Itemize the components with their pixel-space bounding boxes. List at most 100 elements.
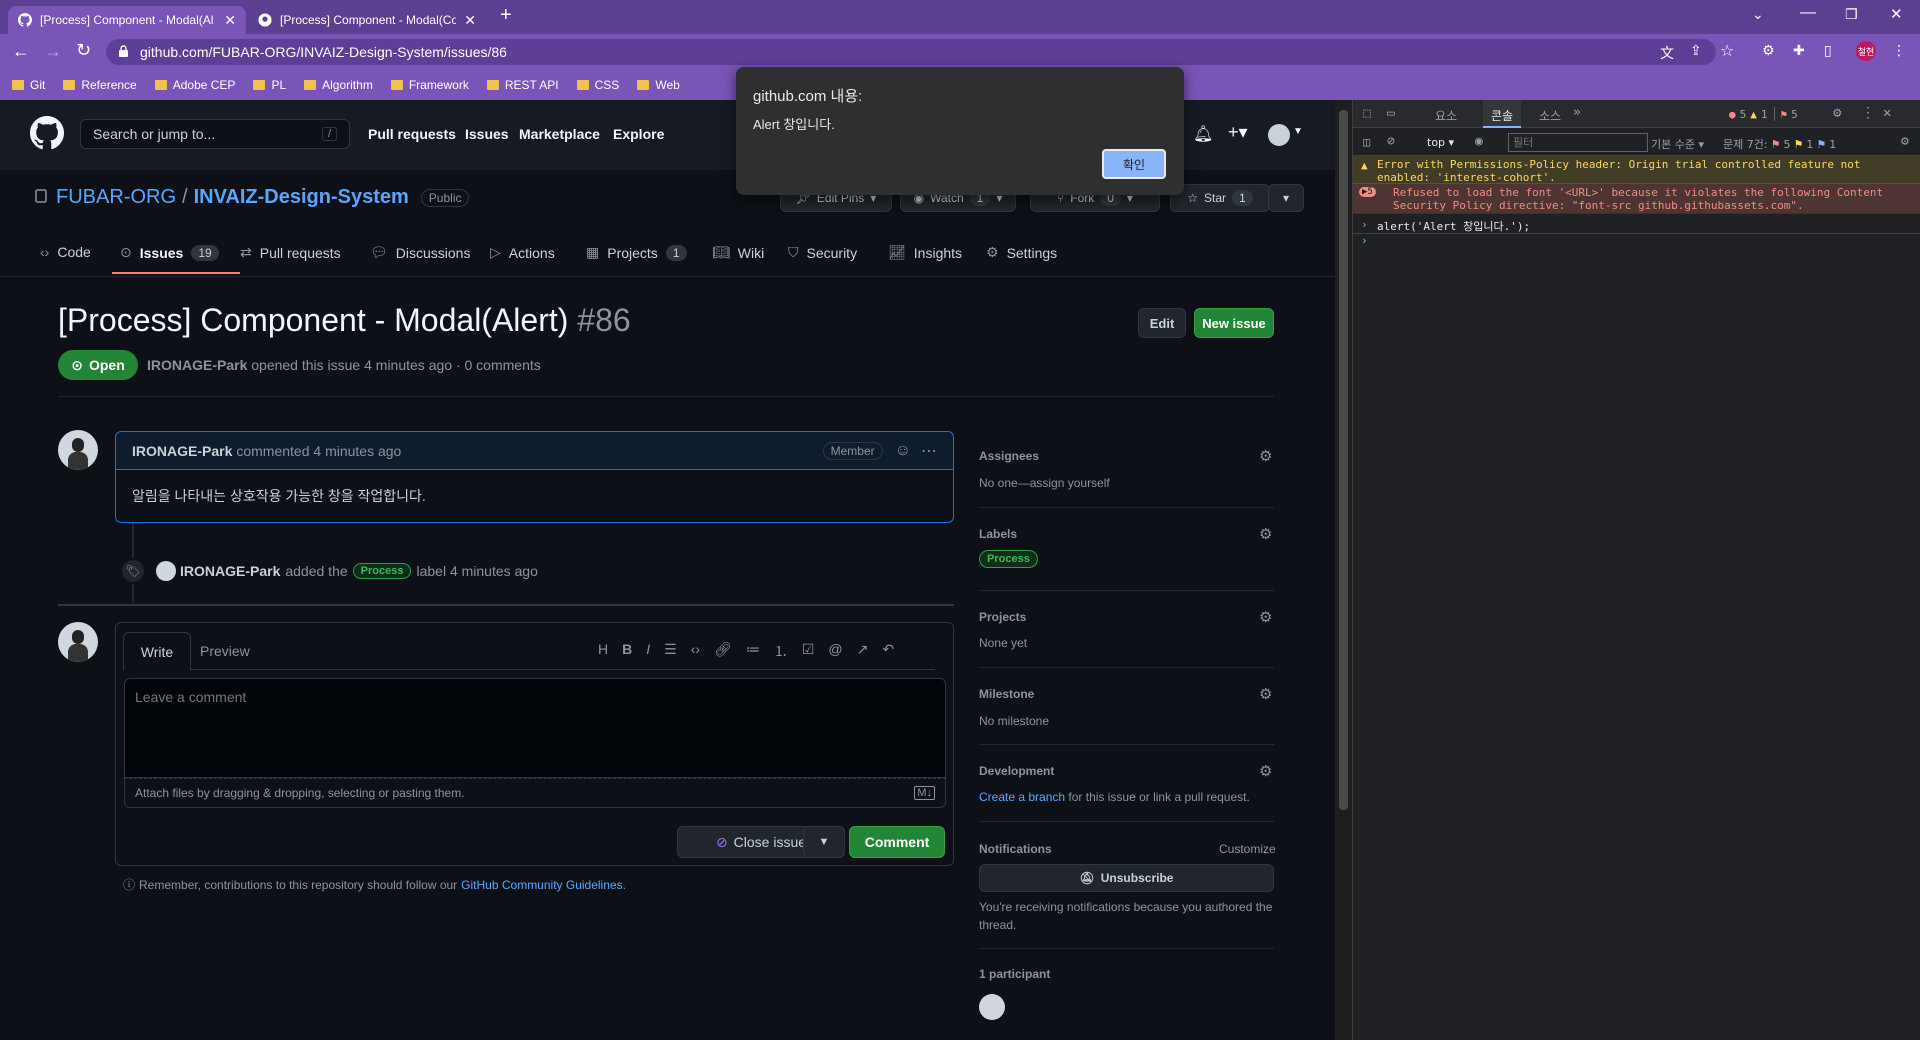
close-icon[interactable]: ✕ <box>224 12 236 29</box>
nav-issues[interactable]: Issues <box>465 126 509 142</box>
console-prompt-input[interactable] <box>1373 236 1913 252</box>
labels-heading[interactable]: Labels <box>979 527 1017 541</box>
comment-textarea[interactable] <box>124 678 946 778</box>
nav-explore[interactable]: Explore <box>613 126 664 142</box>
bookmark-star-icon[interactable]: ☆ <box>1720 41 1734 61</box>
inspect-element-icon[interactable]: ⬚ <box>1363 106 1371 121</box>
gear-icon[interactable]: ⚙ <box>1259 447 1272 465</box>
tab-search-icon[interactable]: ⌄ <box>1752 6 1764 23</box>
create-branch-link[interactable]: Create a branch <box>979 790 1065 804</box>
tab-wiki[interactable]: 📖︎ Wiki <box>712 244 764 261</box>
gear-icon[interactable]: ⚙ <box>1259 608 1272 626</box>
close-devtools-icon[interactable]: ✕ <box>1883 105 1891 121</box>
gear-icon[interactable]: ⚙ <box>1259 525 1272 543</box>
bookmark-framework[interactable]: Framework <box>390 78 469 92</box>
numbered-list-icon[interactable]: ⒈ <box>774 641 788 661</box>
nav-marketplace[interactable]: Marketplace <box>519 126 600 142</box>
star-list-dropdown[interactable]: ▾ <box>1268 184 1304 212</box>
reply-icon[interactable]: ↶ <box>882 641 894 661</box>
comment-author[interactable]: IRONAGE-Park <box>132 443 232 459</box>
console-filter-input[interactable] <box>1508 133 1648 152</box>
console-warning-row[interactable]: ▲ Error with Permissions-Policy header: … <box>1353 156 1920 184</box>
clear-console-icon[interactable]: ⊘ <box>1387 134 1395 149</box>
tab-settings[interactable]: ⚙ Settings <box>986 244 1057 261</box>
console-settings-icon[interactable]: ⚙ <box>1901 134 1909 149</box>
task-list-icon[interactable]: ☑ <box>802 641 815 661</box>
create-new-plus-icon[interactable]: +▾ <box>1228 122 1248 143</box>
org-link[interactable]: FUBAR-ORG <box>56 186 176 209</box>
search-input[interactable]: Search or jump to... / <box>80 119 350 149</box>
forward-icon[interactable]: → <box>44 41 62 62</box>
projects-heading[interactable]: Projects <box>979 610 1026 624</box>
chevron-down-icon[interactable]: ▼ <box>1293 126 1303 137</box>
heading-icon[interactable]: H <box>598 641 608 661</box>
development-heading[interactable]: Development <box>979 764 1054 778</box>
tab-pull-requests[interactable]: ⇄ Pull requests <box>240 244 341 261</box>
close-issue-dropdown[interactable]: ▼ <box>803 826 845 858</box>
italic-icon[interactable]: I <box>646 641 650 661</box>
link-icon[interactable]: 🔗︎ <box>714 641 732 661</box>
minimize-icon[interactable]: — <box>1800 4 1816 22</box>
devtools-tab-console[interactable]: 콘솔 <box>1483 100 1522 128</box>
alert-ok-button[interactable]: 확인 <box>1102 149 1166 179</box>
repo-link[interactable]: INVAIZ-Design-System <box>194 186 409 209</box>
bookmark-adobe-cep[interactable]: Adobe CEP <box>154 78 235 92</box>
share-icon[interactable]: ⇪ <box>1690 42 1702 59</box>
preview-tab[interactable]: Preview <box>200 643 250 659</box>
assignees-value[interactable]: No one—assign yourself <box>979 476 1110 490</box>
bold-icon[interactable]: B <box>622 641 632 661</box>
markdown-icon[interactable]: M↓ <box>914 786 935 800</box>
console-error-row[interactable]: ▶5 Refused to load the font '<URL>' beca… <box>1353 184 1920 214</box>
kebab-menu-icon[interactable]: ⋯ <box>921 441 937 461</box>
tab-insights[interactable]: 📈︎ Insights <box>888 244 962 261</box>
profile-avatar[interactable]: 철현 <box>1856 41 1876 61</box>
extensions-puzzle-icon[interactable]: ✚ <box>1793 42 1805 59</box>
tab-security[interactable]: ⛉ Security <box>788 244 857 261</box>
restore-icon[interactable]: ❐ <box>1845 6 1858 23</box>
device-toolbar-icon[interactable]: ▭ <box>1387 106 1395 121</box>
translate-icon[interactable]: 文 <box>1660 43 1674 63</box>
code-icon[interactable]: ‹› <box>691 641 700 661</box>
participant-avatar[interactable] <box>979 994 1005 1020</box>
tab-actions[interactable]: ▷ Actions <box>490 244 555 261</box>
mention-icon[interactable]: @ <box>828 641 842 661</box>
settings-gear-icon[interactable]: ⚙ <box>1833 105 1841 121</box>
devtools-tab-sources[interactable]: 소스 <box>1539 107 1561 124</box>
process-label[interactable]: Process <box>352 563 412 579</box>
bookmark-web[interactable]: Web <box>637 78 680 92</box>
guidelines-link[interactable]: GitHub Community Guidelines <box>461 878 622 892</box>
commenter-avatar[interactable] <box>58 430 98 470</box>
side-panel-icon[interactable]: ▯ <box>1824 42 1832 59</box>
close-icon[interactable]: ✕ <box>464 12 476 29</box>
comment-button[interactable]: Comment <box>849 826 945 858</box>
browser-tab-2[interactable]: [Process] Component - Modal(Co ✕ <box>248 6 486 34</box>
bookmark-algorithm[interactable]: Algorithm <box>304 78 373 92</box>
emoji-reaction-icon[interactable]: ☺ <box>895 442 911 460</box>
more-tabs-icon[interactable]: » <box>1573 105 1581 120</box>
bookmark-reference[interactable]: Reference <box>63 78 137 92</box>
new-tab-icon[interactable]: + <box>500 4 512 27</box>
bookmark-pl[interactable]: PL <box>253 78 286 92</box>
cross-reference-icon[interactable]: ↗ <box>857 641 869 661</box>
gear-icon[interactable]: ⚙ <box>1259 685 1272 703</box>
gear-icon[interactable]: ⚙ <box>1259 762 1272 780</box>
reload-icon[interactable]: ↻ <box>76 40 91 61</box>
write-tab[interactable]: Write <box>123 632 191 671</box>
github-logo-icon[interactable] <box>30 116 64 150</box>
bookmark-css[interactable]: CSS <box>576 78 619 92</box>
live-expression-eye-icon[interactable]: ◉ <box>1475 134 1483 149</box>
event-actor[interactable]: IRONAGE-Park <box>180 563 280 579</box>
kebab-menu-icon[interactable]: ⋮ <box>1861 105 1875 121</box>
devtools-counters[interactable]: ● 5 ▲ 1 ⚑ 5 <box>1729 107 1798 121</box>
assignees-heading[interactable]: Assignees <box>979 449 1039 463</box>
customize-link[interactable]: Customize <box>1219 842 1276 856</box>
tab-projects[interactable]: ▦ Projects 1 <box>586 244 687 261</box>
author-link[interactable]: IRONAGE-Park <box>147 357 247 373</box>
tab-code[interactable]: ‹› Code <box>40 244 91 260</box>
log-levels-dropdown[interactable]: 기본 수준 ▾ <box>1651 136 1704 152</box>
issues-counter[interactable]: 문제 7건: ⚑ 5 ⚑ 1 ⚑ 1 <box>1723 136 1836 152</box>
quote-icon[interactable]: ☰ <box>664 641 677 661</box>
sidebar-toggle-icon[interactable]: ◫ <box>1363 135 1370 149</box>
extension-gear-icon[interactable]: ⚙ <box>1762 42 1775 59</box>
context-selector[interactable]: top ▾ <box>1427 136 1454 149</box>
